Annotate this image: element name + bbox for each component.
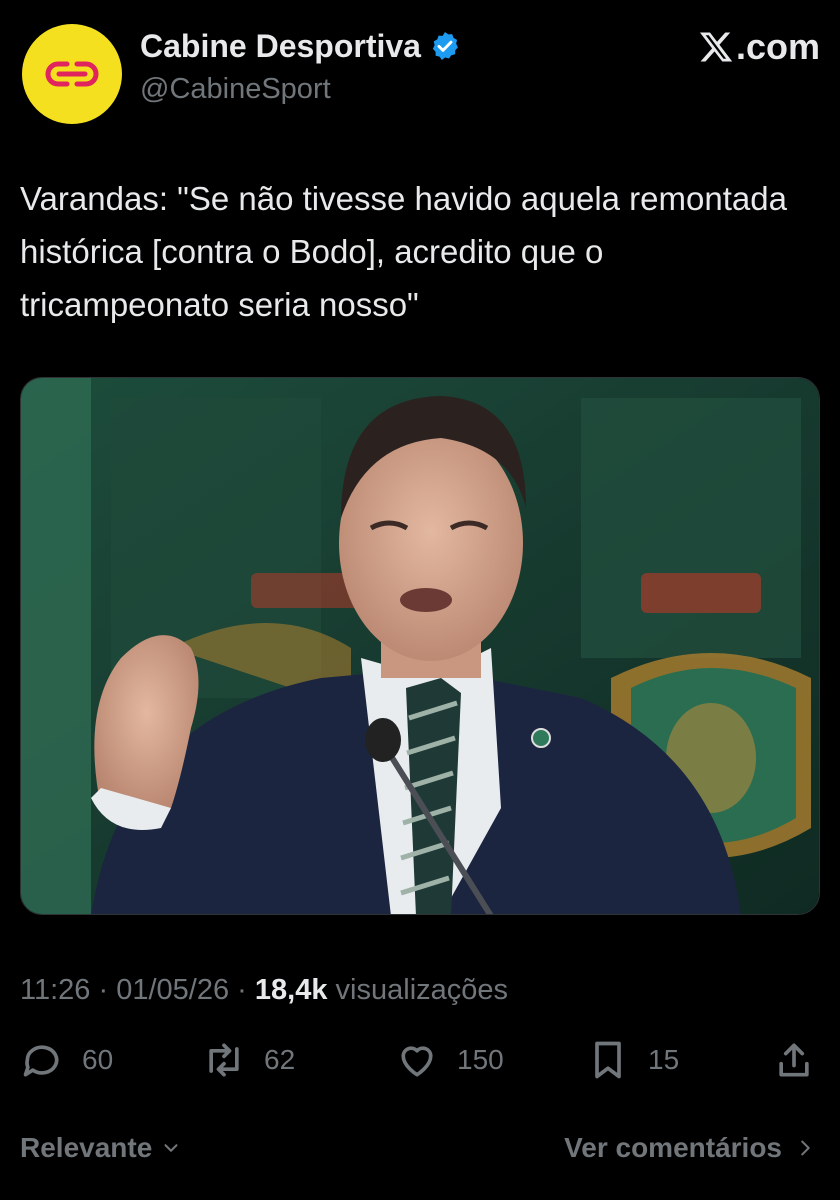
repost-icon: [209, 1043, 239, 1077]
bookmark-icon: [595, 1041, 621, 1079]
bookmark-button[interactable]: 15: [586, 1038, 679, 1082]
repost-count: 62: [264, 1044, 296, 1075]
reply-icon: [23, 1045, 59, 1077]
cd-logo-icon: [45, 61, 99, 87]
tweet-date: 01/05/26: [116, 974, 230, 1006]
repost-button[interactable]: 62: [202, 1038, 295, 1082]
reply-button[interactable]: 60: [20, 1038, 113, 1082]
tweet-meta: 11:26 · 01/05/26 · 18,4k visualizações: [20, 968, 508, 1012]
sort-label: Relevante: [20, 1132, 153, 1163]
avatar[interactable]: [22, 24, 122, 124]
x-com-brand: .com: [698, 26, 820, 68]
replies-footer: Relevante Ver comentários: [20, 1132, 820, 1176]
views-count[interactable]: 18,4k: [255, 974, 328, 1006]
bookmark-count: 15: [648, 1044, 680, 1075]
chevron-down-icon: [164, 1144, 178, 1152]
tweet-time: 11:26: [20, 974, 91, 1006]
sort-dropdown[interactable]: Relevante: [20, 1132, 182, 1164]
photo-speaker-at-podium: [21, 378, 819, 914]
display-name[interactable]: Cabine Desportiva: [140, 26, 421, 66]
tweet-photo[interactable]: [20, 377, 820, 915]
chevron-right-icon: [801, 1140, 810, 1156]
reply-count: 60: [82, 1044, 114, 1075]
handle[interactable]: @CabineSport: [140, 68, 461, 110]
views-label: visualizações: [335, 974, 509, 1006]
share-icon: [779, 1043, 809, 1077]
view-comments-label: Ver comentários: [564, 1132, 782, 1163]
separator: ·: [98, 974, 109, 1006]
share-button[interactable]: [772, 1038, 816, 1082]
x-logo-icon: [699, 32, 733, 62]
view-comments-link[interactable]: Ver comentários: [564, 1132, 816, 1164]
verified-badge-icon: [432, 32, 458, 60]
tweet-text: Varandas: "Se não tivesse havido aquela …: [20, 180, 787, 323]
action-bar: 60 62 150 15: [20, 1038, 820, 1088]
tweet-header: Cabine Desportiva @CabineSport .com: [20, 18, 820, 128]
site-suffix: .com: [735, 26, 820, 67]
like-count: 150: [457, 1044, 504, 1075]
separator: ·: [237, 974, 247, 1006]
like-button[interactable]: 150: [395, 1038, 504, 1082]
heart-icon: [401, 1046, 433, 1077]
